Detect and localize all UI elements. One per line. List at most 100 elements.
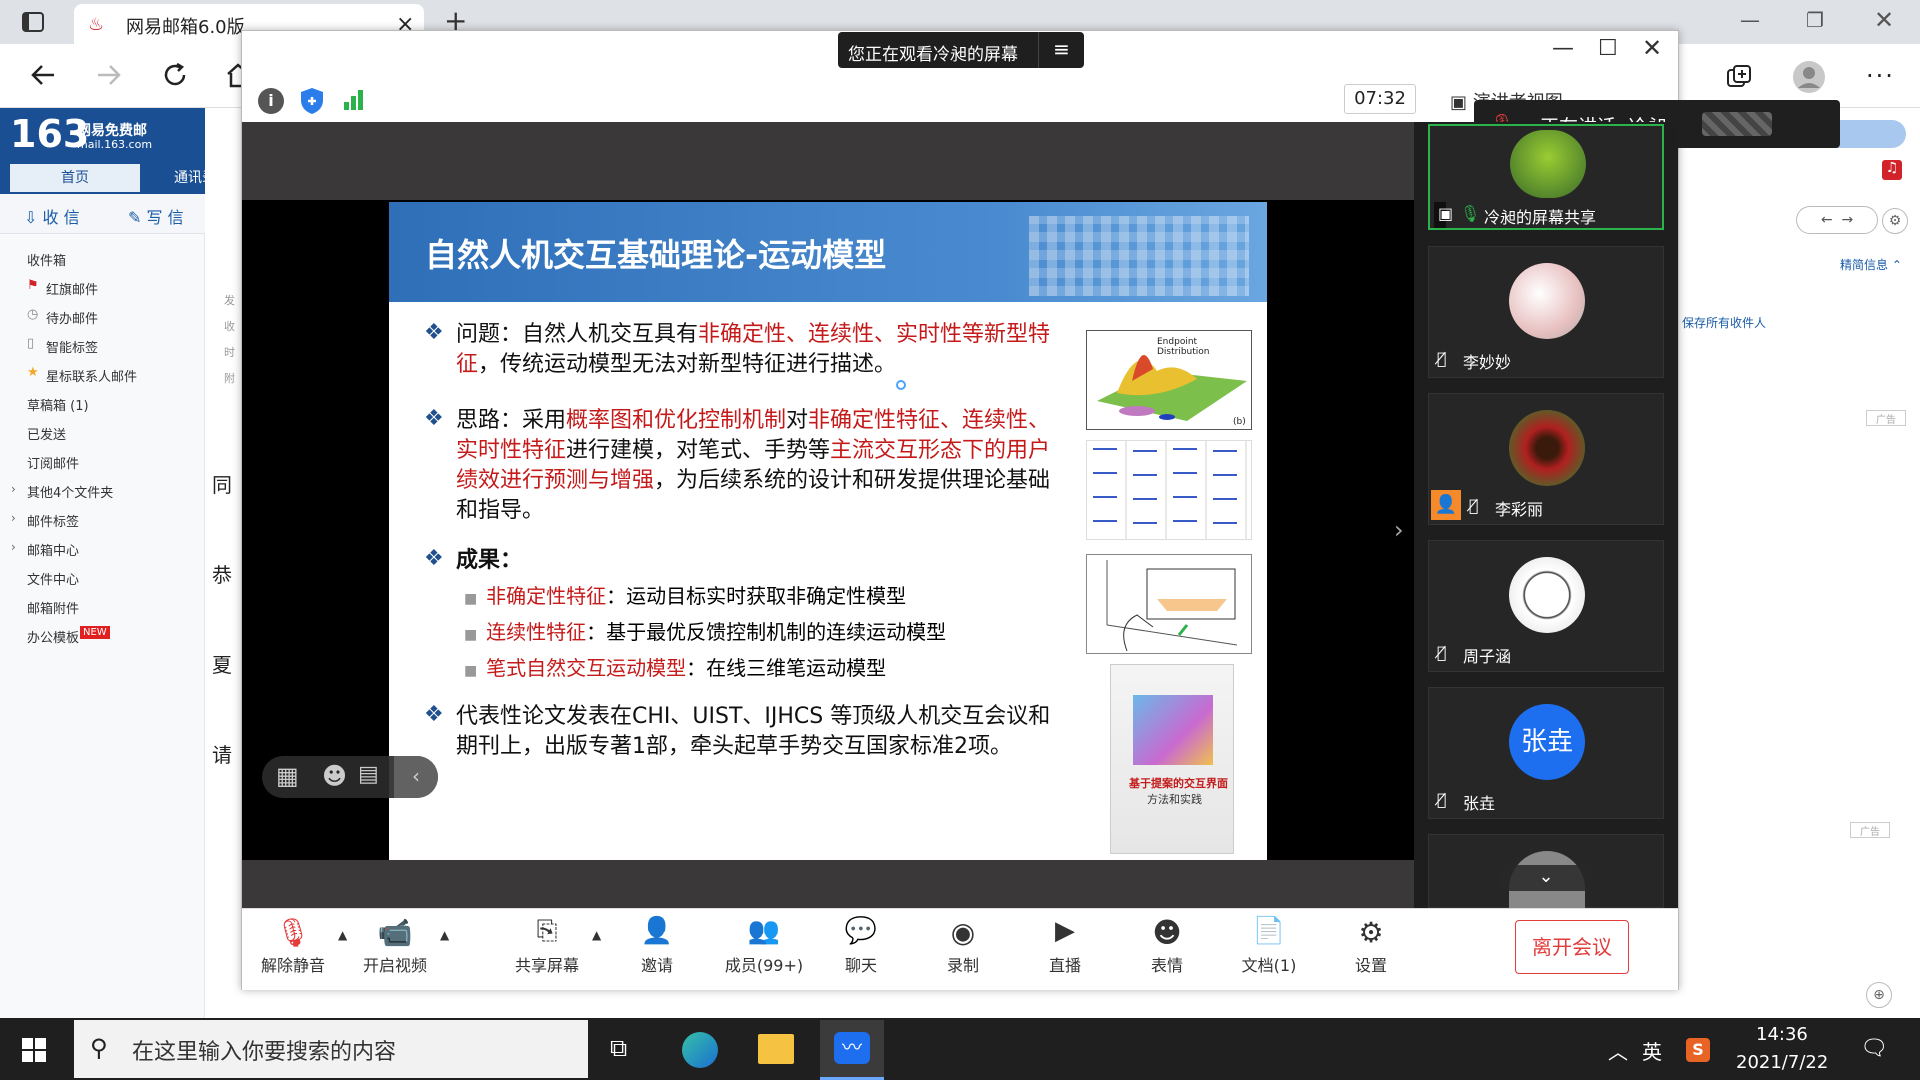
file-explorer-icon[interactable] xyxy=(758,1034,794,1064)
invite-button[interactable]: 👤 邀请 xyxy=(612,916,702,976)
folder-office-templates[interactable]: 办公模板 xyxy=(27,627,79,646)
screen-share-banner: 您正在观看冷昶的屏幕 ≡ xyxy=(838,32,1084,68)
forward-icon[interactable] xyxy=(96,64,122,86)
folder-attachments[interactable]: 邮箱附件 xyxy=(27,598,79,617)
taskbar-search[interactable]: ⚲ 在这里输入你要搜索的内容 xyxy=(74,1020,588,1078)
folder-mail-center[interactable]: 邮箱中心 xyxy=(27,540,79,559)
folder-todo[interactable]: 待办邮件 xyxy=(46,308,98,327)
task-view-icon[interactable]: ⧉ xyxy=(610,1034,627,1062)
live-button[interactable]: ▶ 直播 xyxy=(1020,916,1110,976)
music-icon[interactable]: ♫ xyxy=(1882,160,1902,180)
documents-button[interactable]: 📄 文档(1) xyxy=(1224,916,1314,976)
folder-flagged[interactable]: 红旗邮件 xyxy=(46,279,98,298)
nav-contacts[interactable]: 通讯录 xyxy=(144,164,244,192)
window-minimize-icon[interactable]: — xyxy=(1740,8,1760,32)
settings-gear-icon[interactable]: ⚙ xyxy=(1882,208,1908,234)
ime-indicator[interactable]: 英 xyxy=(1642,1036,1662,1065)
sidebar-toggle-chevron-icon[interactable]: › xyxy=(1394,516,1404,544)
expand-chevron-icon[interactable]: › xyxy=(11,482,16,496)
folder-subscriptions[interactable]: 订阅邮件 xyxy=(27,453,79,472)
mail-char: 请 xyxy=(212,743,232,767)
participant-tile[interactable]: 张垚 🎙̸ 张垚 xyxy=(1428,687,1664,819)
result-item: ■ 笔式自然交互运动模型：在线三维笔运动模型 xyxy=(464,656,887,680)
clock-time[interactable]: 14:36 xyxy=(1756,1024,1808,1045)
mic-muted-icon: 🎙̸ xyxy=(1469,496,1479,515)
emoji-icon[interactable]: ☻ xyxy=(322,762,347,790)
folder-others[interactable]: 其他4个文件夹 xyxy=(27,482,113,501)
window-close-icon[interactable]: ✕ xyxy=(1874,6,1894,34)
start-video-button[interactable]: 📹 开启视频 xyxy=(350,916,440,976)
banner-menu-icon[interactable]: ≡ xyxy=(1038,32,1084,68)
expand-chevron-icon[interactable]: › xyxy=(11,540,16,554)
write-button[interactable]: ✎ 写 信 xyxy=(128,204,184,228)
receive-button[interactable]: ⇩ 收 信 xyxy=(24,204,80,228)
field-attach-label: 附 xyxy=(224,372,235,385)
book-subtitle: 方法和实践 xyxy=(1147,793,1202,806)
emoji-icon: ☻ xyxy=(1152,916,1182,949)
refresh-icon[interactable] xyxy=(162,62,188,88)
back-icon[interactable] xyxy=(30,64,56,86)
expand-chevron-icon[interactable]: › xyxy=(11,511,16,525)
scroll-down-chevron-icon[interactable]: ⌄ xyxy=(1501,865,1591,891)
window-restore-icon[interactable]: ❐ xyxy=(1806,8,1824,32)
info-icon[interactable]: i xyxy=(258,88,284,114)
share-screen-icon: ⎘ xyxy=(536,916,558,946)
members-button[interactable]: 👥 成员(99+) xyxy=(714,916,814,976)
participant-tile[interactable]: 🎙̸ 李妙妙 xyxy=(1428,246,1664,378)
tray-expand-icon[interactable]: ︿ xyxy=(1608,1036,1628,1065)
invite-label: 邀请 xyxy=(640,956,673,975)
chat-bubble-icon[interactable]: ▤ xyxy=(358,762,379,787)
chat-label: 聊天 xyxy=(844,956,877,975)
video-options-caret-icon[interactable]: ▲ xyxy=(440,928,449,942)
nav-home[interactable]: 首页 xyxy=(10,164,140,192)
folder-inbox[interactable]: 收件箱 xyxy=(27,250,66,269)
folder-starred[interactable]: 星标联系人邮件 xyxy=(46,366,137,385)
ad-tag[interactable]: 广告 xyxy=(1850,822,1890,838)
share-screen-button[interactable]: ⎘ 共享屏幕 xyxy=(502,916,592,976)
participant-tile[interactable]: ⌄ xyxy=(1428,834,1664,909)
collapse-chevron-icon[interactable]: ‹ xyxy=(394,756,438,798)
meeting-minimize-icon[interactable]: — xyxy=(1552,36,1574,61)
edge-browser-icon[interactable] xyxy=(682,1032,718,1068)
participant-tile-screen-share[interactable]: ▣ 🎙 冷昶的屏幕共享 xyxy=(1428,124,1664,230)
apps-grid-icon[interactable]: ▦ xyxy=(276,762,299,790)
windows-start-icon[interactable] xyxy=(22,1038,46,1062)
meeting-maximize-icon[interactable]: ☐ xyxy=(1598,36,1618,61)
zoom-icon[interactable]: ⊕ xyxy=(1866,982,1892,1008)
gear-icon: ⚙ xyxy=(1358,916,1384,949)
sogou-ime-icon[interactable]: S xyxy=(1686,1038,1710,1062)
save-recipients-link[interactable]: 保存所有收件人 xyxy=(1682,314,1766,331)
record-button[interactable]: ◉ 录制 xyxy=(918,916,1008,976)
clock-date[interactable]: 2021/7/22 xyxy=(1736,1052,1828,1073)
book-title: 基于提案的交互界面 xyxy=(1129,777,1228,790)
folder-sent[interactable]: 已发送 xyxy=(27,424,66,443)
audio-options-caret-icon[interactable]: ▲ xyxy=(338,928,347,942)
notification-center-icon[interactable]: 🗨 xyxy=(1860,1036,1888,1061)
tab-actions-icon[interactable] xyxy=(22,12,44,32)
leave-meeting-button[interactable]: 离开会议 xyxy=(1515,920,1629,974)
add-user-icon: 👤 xyxy=(640,916,674,946)
ad-tag[interactable]: 广告 xyxy=(1866,410,1906,426)
meeting-close-icon[interactable]: ✕ xyxy=(1642,34,1662,62)
profile-avatar-icon[interactable] xyxy=(1792,60,1826,94)
brief-info-link[interactable]: 精简信息 ⌃ xyxy=(1840,256,1902,273)
participant-tile[interactable]: 🎙̸ 周子涵 xyxy=(1428,540,1664,672)
share-options-caret-icon[interactable]: ▲ xyxy=(592,928,601,942)
security-shield-icon[interactable] xyxy=(300,87,324,115)
folder-mail-tags[interactable]: 邮件标签 xyxy=(27,511,79,530)
problem-paragraph: 问题：自然人机交互具有非确定性、连续性、实时性等新型特征，传统运动模型无法对新型… xyxy=(456,320,1056,380)
problem-text: 问题：自然人机交互具有 xyxy=(456,322,699,347)
chat-button[interactable]: 💬 聊天 xyxy=(816,916,906,976)
unmute-button[interactable]: 🎙 解除静音 xyxy=(248,916,338,976)
collections-icon[interactable] xyxy=(1726,64,1752,88)
folder-file-center[interactable]: 文件中心 xyxy=(27,569,79,588)
folder-drafts[interactable]: 草稿箱 (1) xyxy=(27,395,89,414)
reaction-button[interactable]: ☻ 表情 xyxy=(1122,916,1212,976)
folder-smart-tags[interactable]: 智能标签 xyxy=(46,337,98,356)
settings-button[interactable]: ⚙ 设置 xyxy=(1326,916,1416,976)
more-menu-icon[interactable]: ··· xyxy=(1866,62,1895,90)
bullet-icon: ❖ xyxy=(424,406,444,431)
participant-tile[interactable]: 👤 🎙̸ 李彩丽 xyxy=(1428,393,1664,525)
meeting-app-taskbar-button[interactable]: 〰 xyxy=(820,1020,884,1080)
prev-next-buttons[interactable]: ← → xyxy=(1796,206,1878,234)
